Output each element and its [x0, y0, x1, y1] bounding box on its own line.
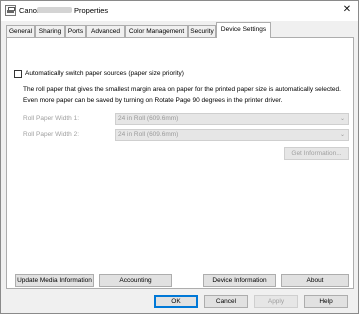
tab-ports[interactable]: Ports — [65, 25, 86, 37]
update-media-information-button[interactable]: Update Media Information — [15, 274, 94, 287]
description-line-1: The roll paper that gives the smallest m… — [23, 86, 341, 93]
tab-color-management[interactable]: Color Management — [125, 25, 188, 37]
printer-properties-window: Canon Properties ✕ General Sharing Ports… — [0, 0, 359, 314]
device-settings-panel: Automatically switch paper sources (pape… — [6, 37, 354, 289]
roll-paper-width-1-label: Roll Paper Width 1: — [23, 115, 79, 122]
roll-paper-width-2-value: 24 in Roll (609.6mm) — [118, 131, 179, 138]
window-title-suffix: Properties — [74, 6, 109, 15]
ok-button[interactable]: OK — [154, 295, 198, 308]
help-button[interactable]: Help — [304, 295, 348, 308]
description-line-2: Even more paper can be saved by turning … — [23, 97, 283, 104]
chevron-down-icon: ⌄ — [339, 116, 345, 122]
about-button[interactable]: About — [281, 274, 349, 287]
get-information-button[interactable]: Get Information... — [284, 147, 349, 160]
tab-advanced[interactable]: Advanced — [86, 25, 125, 37]
chevron-down-icon: ⌄ — [339, 132, 345, 138]
device-information-button[interactable]: Device Information — [203, 274, 276, 287]
cancel-button[interactable]: Cancel — [204, 295, 248, 308]
close-icon[interactable]: ✕ — [340, 2, 354, 18]
redacted-model-name — [37, 7, 72, 13]
tab-general[interactable]: General — [6, 25, 35, 37]
roll-paper-width-1-select[interactable]: 24 in Roll (609.6mm) ⌄ — [115, 113, 349, 125]
accounting-button[interactable]: Accounting — [99, 274, 172, 287]
printer-icon — [5, 5, 16, 16]
auto-switch-paper-checkbox[interactable] — [14, 70, 22, 78]
roll-paper-width-1-value: 24 in Roll (609.6mm) — [118, 115, 179, 122]
roll-paper-width-2-select[interactable]: 24 in Roll (609.6mm) ⌄ — [115, 129, 349, 141]
roll-paper-width-2-label: Roll Paper Width 2: — [23, 131, 79, 138]
auto-switch-paper-label[interactable]: Automatically switch paper sources (pape… — [25, 70, 184, 77]
tab-device-settings[interactable]: Device Settings — [216, 22, 271, 38]
tab-security[interactable]: Security — [188, 25, 216, 37]
apply-button[interactable]: Apply — [254, 295, 298, 308]
tab-sharing[interactable]: Sharing — [35, 25, 65, 37]
title-bar: Canon Properties ✕ — [1, 1, 358, 21]
